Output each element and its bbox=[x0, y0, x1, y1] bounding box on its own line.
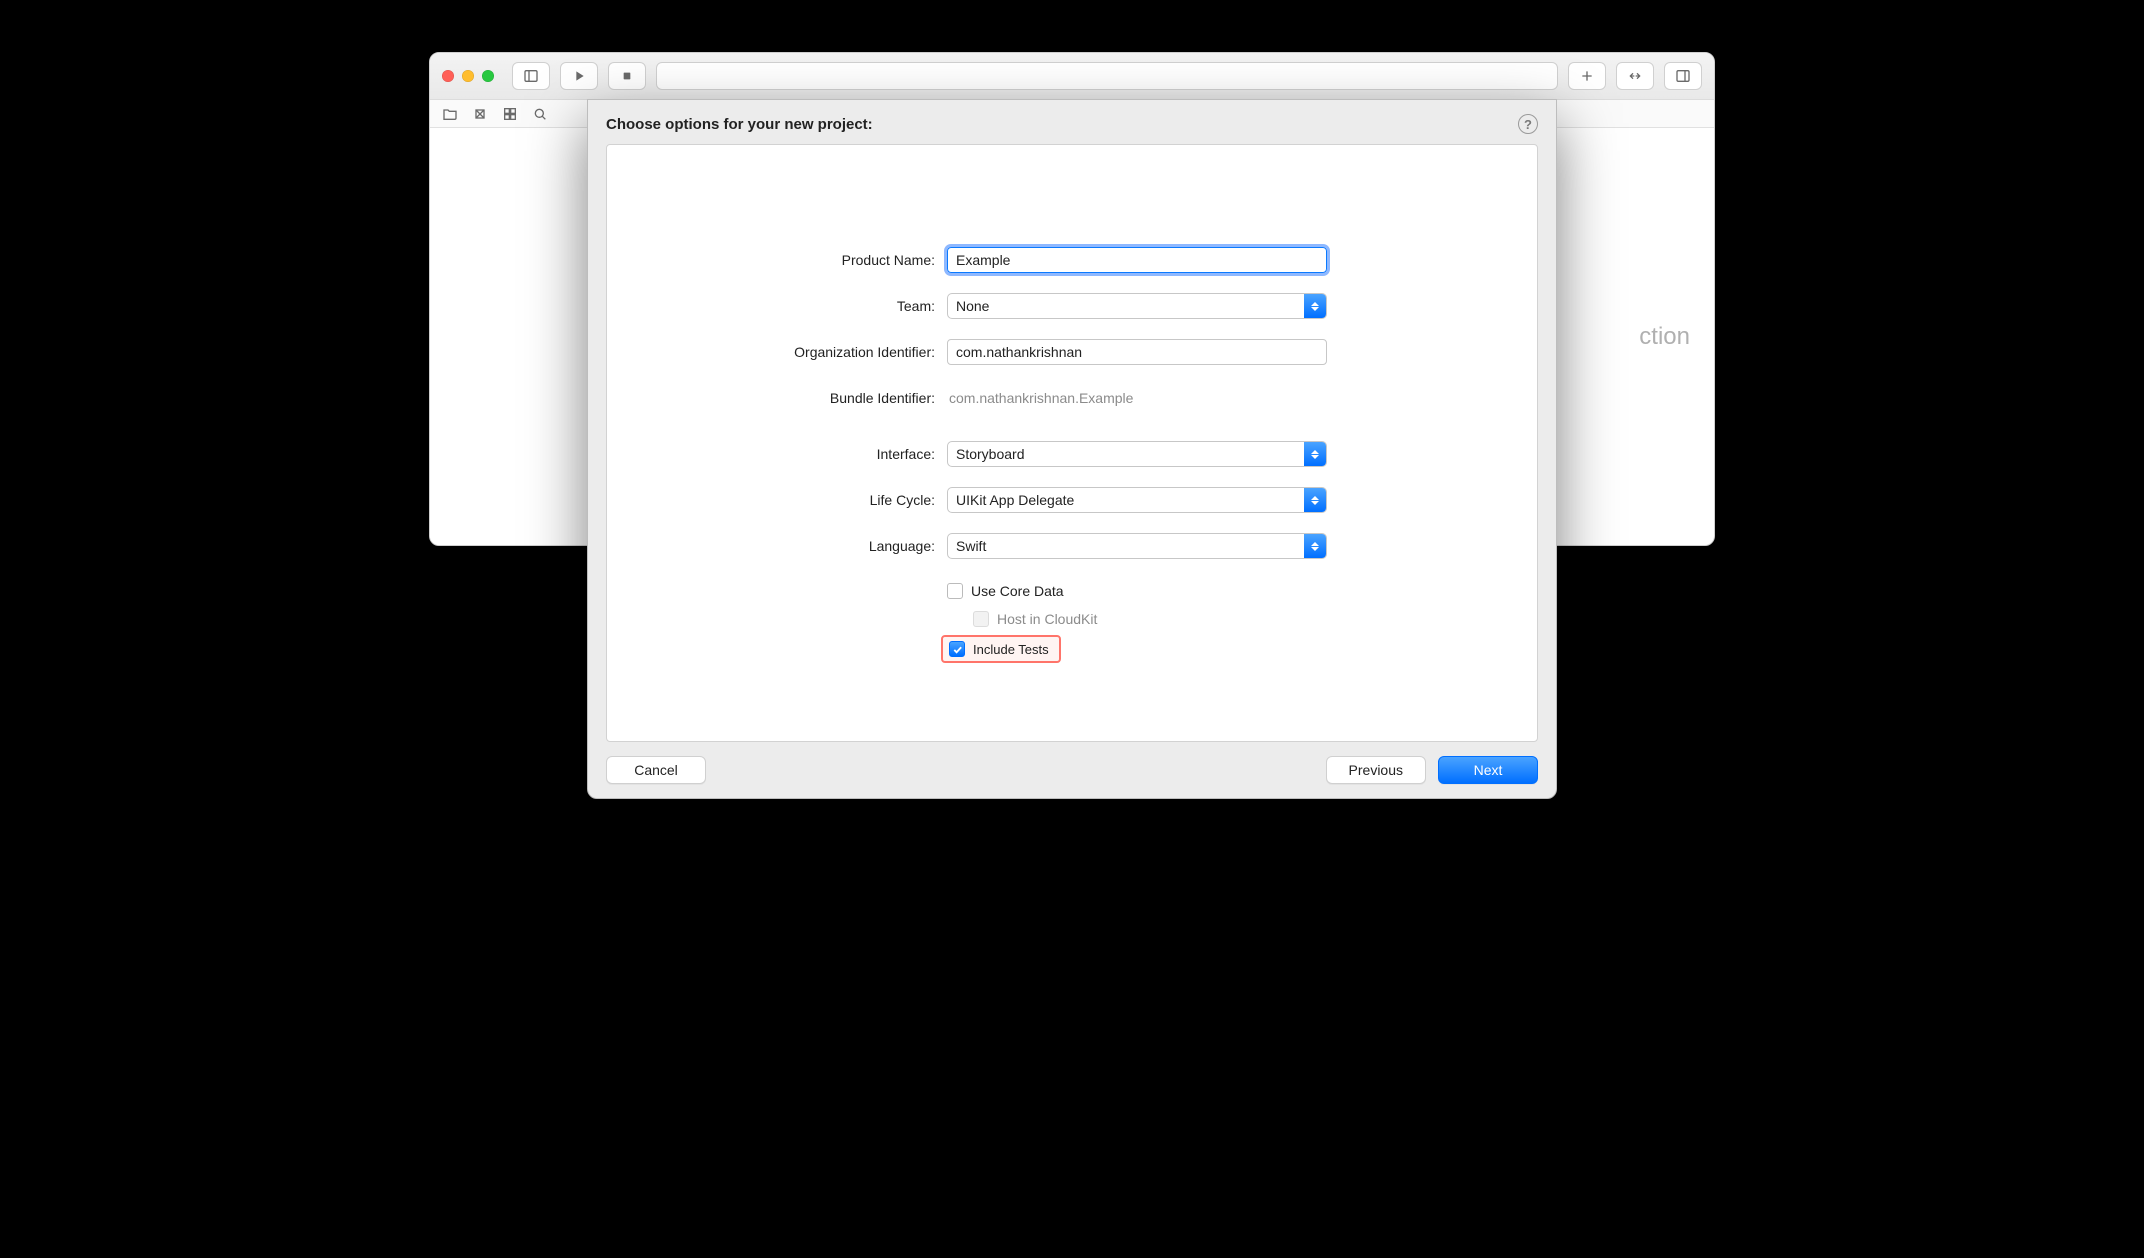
project-navigator-icon[interactable] bbox=[442, 106, 458, 122]
interface-popup-value: Storyboard bbox=[948, 446, 1304, 462]
use-core-data-checkbox[interactable] bbox=[947, 583, 963, 599]
host-in-cloudkit-checkbox bbox=[973, 611, 989, 627]
code-review-button[interactable] bbox=[1616, 62, 1654, 90]
status-bar bbox=[656, 62, 1558, 90]
zoom-window-button[interactable] bbox=[482, 70, 494, 82]
chevron-up-down-icon bbox=[1304, 488, 1326, 512]
previous-button[interactable]: Previous bbox=[1326, 756, 1426, 784]
interface-label: Interface: bbox=[607, 446, 947, 462]
minimize-window-button[interactable] bbox=[462, 70, 474, 82]
team-label: Team: bbox=[607, 298, 947, 314]
next-button[interactable]: Next bbox=[1438, 756, 1538, 784]
product-name-field[interactable] bbox=[947, 247, 1327, 273]
toggle-inspector-button[interactable] bbox=[1664, 62, 1702, 90]
life-cycle-popup[interactable]: UIKit App Delegate bbox=[947, 487, 1327, 513]
find-navigator-icon[interactable] bbox=[532, 106, 548, 122]
use-core-data-label: Use Core Data bbox=[971, 583, 1064, 599]
project-navigator bbox=[430, 128, 588, 545]
chevron-up-down-icon bbox=[1304, 294, 1326, 318]
help-button[interactable]: ? bbox=[1518, 114, 1538, 134]
host-in-cloudkit-label: Host in CloudKit bbox=[997, 611, 1097, 627]
stop-button[interactable] bbox=[608, 62, 646, 90]
new-project-options-sheet: Choose options for your new project: ? P… bbox=[587, 99, 1557, 799]
bundle-identifier-value: com.nathankrishnan.Example bbox=[947, 390, 1133, 406]
interface-popup[interactable]: Storyboard bbox=[947, 441, 1327, 467]
symbol-navigator-icon[interactable] bbox=[502, 106, 518, 122]
include-tests-label: Include Tests bbox=[973, 642, 1049, 657]
add-tab-button[interactable] bbox=[1568, 62, 1606, 90]
organization-identifier-label: Organization Identifier: bbox=[607, 344, 947, 360]
bundle-identifier-label: Bundle Identifier: bbox=[607, 390, 947, 406]
life-cycle-popup-value: UIKit App Delegate bbox=[948, 492, 1304, 508]
toggle-navigator-button[interactable] bbox=[512, 62, 550, 90]
language-popup-value: Swift bbox=[948, 538, 1304, 554]
close-window-button[interactable] bbox=[442, 70, 454, 82]
product-name-label: Product Name: bbox=[607, 252, 947, 268]
life-cycle-label: Life Cycle: bbox=[607, 492, 947, 508]
sheet-title: Choose options for your new project: bbox=[606, 116, 873, 133]
include-tests-checkbox[interactable] bbox=[949, 641, 965, 657]
organization-identifier-field[interactable] bbox=[947, 339, 1327, 365]
chevron-up-down-icon bbox=[1304, 442, 1326, 466]
source-control-navigator-icon[interactable] bbox=[472, 106, 488, 122]
no-selection-label: ction bbox=[1639, 323, 1690, 351]
chevron-up-down-icon bbox=[1304, 534, 1326, 558]
language-popup[interactable]: Swift bbox=[947, 533, 1327, 559]
team-popup[interactable]: None bbox=[947, 293, 1327, 319]
run-button[interactable] bbox=[560, 62, 598, 90]
cancel-button[interactable]: Cancel bbox=[606, 756, 706, 784]
titlebar bbox=[430, 53, 1714, 100]
language-label: Language: bbox=[607, 538, 947, 554]
team-popup-value: None bbox=[948, 298, 1304, 314]
include-tests-highlight: Include Tests bbox=[941, 635, 1061, 663]
